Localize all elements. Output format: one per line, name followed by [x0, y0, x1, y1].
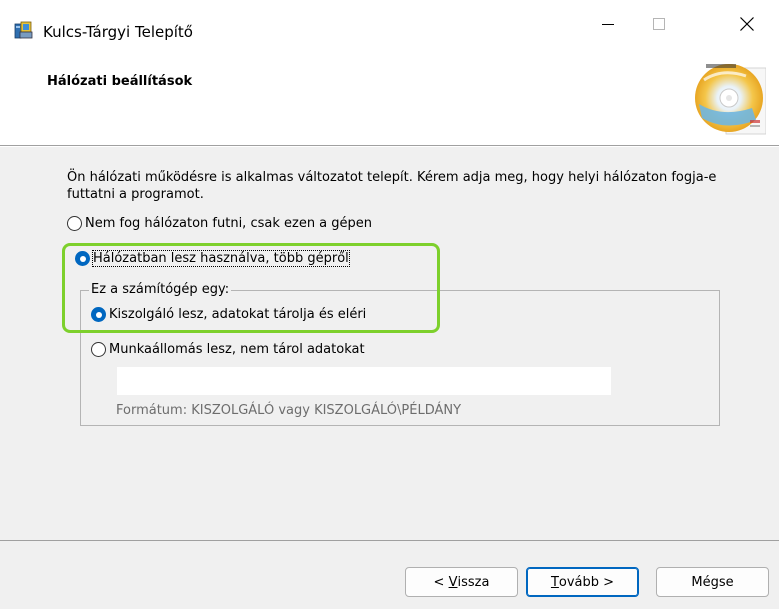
cancel-button-label: Mégse — [691, 574, 734, 590]
wizard-footer: < Vissza Tovább > Mégse — [0, 541, 779, 609]
wizard-content: Ön hálózati működésre is alkalmas változ… — [0, 147, 779, 540]
radio-standalone-label: Nem fog hálózaton futni, csak ezen a gép… — [85, 216, 373, 231]
annotation-highlight — [62, 243, 440, 333]
next-button-rest: ovább > — [558, 574, 615, 590]
description-text: Ön hálózati működésre is alkalmas változ… — [67, 170, 717, 202]
back-button-prefix: < — [433, 574, 449, 590]
server-name-input[interactable] — [116, 366, 612, 396]
format-hint: Formátum: KISZOLGÁLÓ vagy KISZOLGÁLÓ\PÉL… — [116, 403, 462, 418]
window-title: Kulcs-Tárgyi Telepítő — [43, 23, 193, 41]
back-button[interactable]: < Vissza — [405, 567, 518, 597]
cd-disc-icon — [692, 58, 767, 136]
radio-workstation-indicator[interactable] — [91, 342, 106, 357]
radio-workstation[interactable]: Munkaállomás lesz, nem tárol adatokat — [91, 342, 365, 357]
next-button-mnemonic: T — [550, 574, 559, 590]
wizard-header: Hálózati beállítások — [0, 44, 779, 146]
close-button[interactable] — [724, 8, 770, 44]
minimize-button[interactable] — [585, 8, 631, 44]
installer-icon — [14, 21, 34, 39]
minimize-icon — [602, 18, 614, 34]
page-title: Hálózati beállítások — [47, 74, 193, 89]
next-button[interactable]: Tovább > — [526, 567, 639, 597]
radio-standalone[interactable]: Nem fog hálózaton futni, csak ezen a gép… — [67, 216, 372, 231]
maximize-button[interactable] — [636, 8, 682, 44]
back-button-mnemonic: V — [448, 574, 458, 590]
radio-workstation-label: Munkaállomás lesz, nem tárol adatokat — [109, 342, 365, 357]
cancel-button[interactable]: Mégse — [656, 567, 769, 597]
back-button-rest: issza — [457, 574, 490, 590]
close-icon — [740, 17, 754, 35]
maximize-icon — [653, 18, 665, 34]
title-bar: Kulcs-Tárgyi Telepítő — [0, 0, 779, 44]
radio-standalone-indicator[interactable] — [67, 216, 82, 231]
